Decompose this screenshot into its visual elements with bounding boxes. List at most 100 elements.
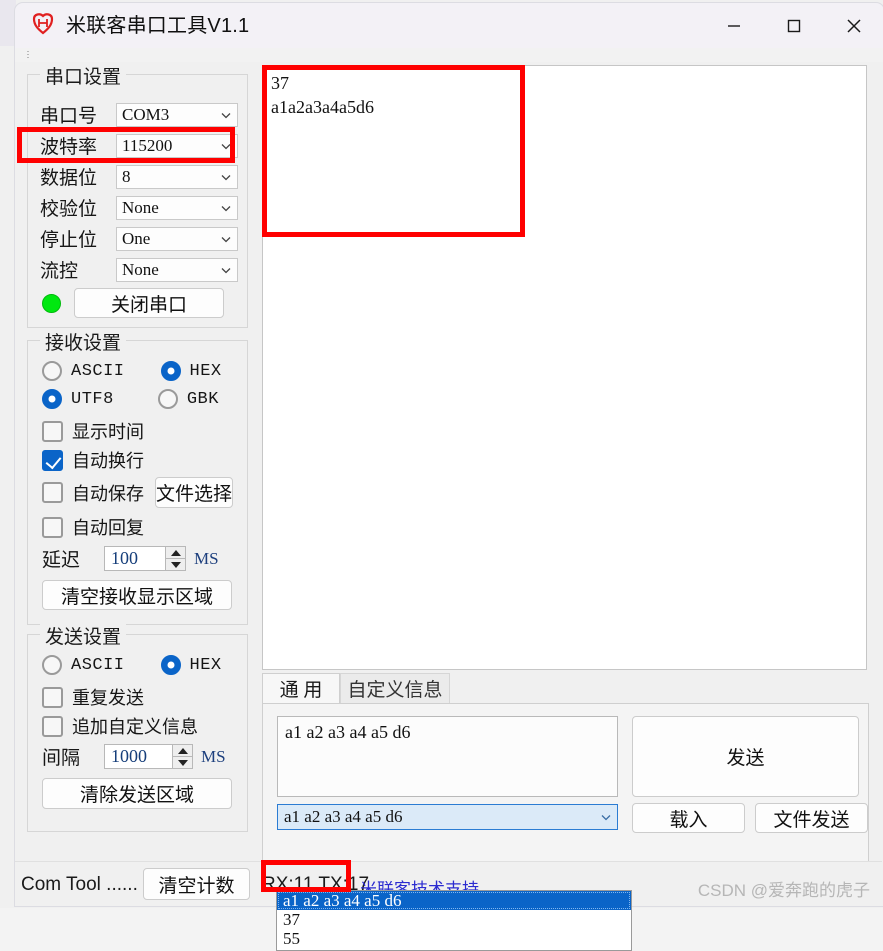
radio-receive-hex-label: HEX (189, 361, 222, 381)
delay-label: 延迟 (42, 550, 81, 571)
combobox-stopbits[interactable]: One (116, 226, 238, 251)
history-dropdown-list[interactable]: a1 a2 a3 a4 a5 d6 37 55 (276, 890, 632, 951)
radio-icon (42, 361, 62, 381)
interval-unit: MS (201, 746, 226, 766)
clear-send-area-button[interactable]: 清除发送区域 (42, 778, 232, 809)
combobox-baud[interactable]: 115200 (116, 133, 238, 158)
send-settings-title: 发送设置 (40, 622, 127, 649)
checkbox-show-time[interactable]: 显示时间 (42, 418, 144, 444)
receive-encoding-row-2: UTF8 GBK (42, 389, 219, 409)
clear-counters-button[interactable]: 清空计数 (143, 868, 250, 900)
dropdown-item[interactable]: a1 a2 a3 a4 a5 d6 (277, 891, 631, 910)
field-row-port: 串口号 COM3 (40, 101, 238, 128)
field-label-databits: 数据位 (40, 168, 98, 189)
checkbox-repeat-send-label: 重复发送 (72, 688, 144, 708)
combobox-port-value: COM3 (122, 104, 170, 124)
field-label-baud: 波特率 (40, 137, 98, 158)
file-send-button[interactable]: 文件发送 (755, 803, 868, 833)
chevron-down-icon (217, 261, 235, 279)
toolbar-strip (14, 48, 883, 63)
close-button[interactable] (824, 3, 883, 49)
field-row-flowcontrol: 流控 None (40, 256, 238, 283)
combobox-parity[interactable]: None (116, 195, 238, 220)
app-logo-icon (29, 10, 57, 38)
radio-send-ascii-label: ASCII (71, 655, 125, 675)
dropdown-item[interactable]: 37 (277, 910, 631, 929)
tab-custom-message[interactable]: 自定义信息 (340, 673, 450, 704)
delay-value: 100 (111, 548, 138, 568)
clear-receive-area-button[interactable]: 清空接收显示区域 (42, 580, 232, 610)
window-title: 米联客串口工具V1.1 (66, 15, 250, 37)
chevron-down-icon (217, 137, 235, 155)
checkbox-icon (42, 420, 63, 442)
checkbox-icon (42, 686, 63, 708)
checkbox-auto-reply-label: 自动回复 (72, 518, 144, 538)
minimize-button[interactable] (704, 3, 764, 49)
radio-send-hex-label: HEX (189, 655, 222, 675)
combobox-baud-value: 115200 (122, 135, 173, 155)
title-bar-left: 米联客串口工具V1.1 (29, 9, 249, 38)
delay-unit: MS (194, 548, 219, 568)
chevron-down-icon (217, 106, 235, 124)
checkbox-icon (42, 715, 63, 737)
receive-settings-title: 接收设置 (40, 328, 127, 355)
chevron-down-icon (597, 808, 615, 826)
checkbox-auto-save-label: 自动保存 (72, 483, 144, 504)
field-row-stopbits: 停止位 One (40, 225, 238, 252)
radio-send-hex[interactable]: HEX (160, 655, 222, 675)
radio-send-ascii[interactable]: ASCII (42, 655, 125, 675)
checkbox-repeat-send[interactable]: 重复发送 (42, 684, 144, 710)
combobox-databits[interactable]: 8 (116, 164, 238, 189)
tab-general[interactable]: 通 用 (262, 673, 340, 704)
delay-row: 延迟 100 MS (42, 545, 219, 572)
checkbox-icon (42, 482, 63, 503)
send-settings-group: 发送设置 ASCII HEX 重复发送 追加自定义信息 间隔 1000 MS 清… (27, 622, 248, 832)
spinner-down-icon[interactable] (166, 559, 185, 570)
radio-icon (160, 361, 181, 381)
delay-spinner-buttons[interactable] (165, 547, 185, 570)
send-input[interactable]: a1 a2 a3 a4 a5 d6 (277, 716, 618, 797)
receive-display-area[interactable]: 37 a1a2a3a4a5d6 (262, 65, 867, 670)
serial-settings-title: 串口设置 (40, 62, 127, 89)
radio-icon (157, 389, 178, 409)
close-port-button[interactable]: 关闭串口 (74, 288, 224, 318)
send-button[interactable]: 发送 (632, 716, 859, 797)
toolbar-grip-icon (27, 51, 29, 59)
maximize-button[interactable] (764, 3, 824, 49)
interval-spinner[interactable]: 1000 (104, 744, 193, 769)
chevron-down-icon (217, 230, 235, 248)
spinner-up-icon[interactable] (166, 547, 185, 559)
history-combobox[interactable]: a1 a2 a3 a4 a5 d6 (277, 804, 618, 830)
field-label-port: 串口号 (40, 106, 98, 127)
radio-receive-utf8[interactable]: UTF8 (42, 389, 114, 409)
checkbox-append-custom-label: 追加自定义信息 (72, 717, 198, 737)
app-window: 米联客串口工具V1.1 串口设置 串口号 COM3 波特率 115200 数据位… (0, 0, 883, 951)
combobox-flowcontrol[interactable]: None (116, 257, 238, 282)
checkbox-icon (42, 516, 63, 538)
chevron-down-icon (217, 199, 235, 217)
checkbox-auto-wrap[interactable]: 自动换行 (42, 447, 144, 473)
checkbox-auto-reply[interactable]: 自动回复 (42, 514, 144, 540)
file-select-button[interactable]: 文件选择 (155, 477, 233, 508)
radio-icon (160, 655, 181, 675)
radio-receive-gbk[interactable]: GBK (157, 389, 219, 409)
combobox-port[interactable]: COM3 (116, 102, 238, 127)
radio-icon (42, 655, 62, 675)
port-status-led-icon (42, 293, 61, 313)
dropdown-item[interactable]: 55 (277, 929, 631, 948)
radio-receive-hex[interactable]: HEX (160, 361, 222, 381)
radio-receive-ascii-label: ASCII (71, 361, 125, 381)
chevron-down-icon (217, 168, 235, 186)
field-label-flowcontrol: 流控 (40, 261, 79, 282)
checkbox-append-custom[interactable]: 追加自定义信息 (42, 713, 198, 739)
spinner-down-icon[interactable] (173, 757, 192, 768)
window-controls (704, 3, 883, 49)
checkbox-auto-save[interactable]: 自动保存 (42, 480, 144, 506)
spinner-up-icon[interactable] (173, 745, 192, 757)
delay-spinner[interactable]: 100 (104, 546, 186, 571)
interval-spinner-buttons[interactable] (172, 745, 192, 768)
radio-receive-ascii[interactable]: ASCII (42, 361, 125, 381)
load-button[interactable]: 载入 (632, 803, 745, 833)
receive-encoding-row-1: ASCII HEX (42, 361, 222, 381)
checkbox-show-time-label: 显示时间 (72, 422, 144, 442)
